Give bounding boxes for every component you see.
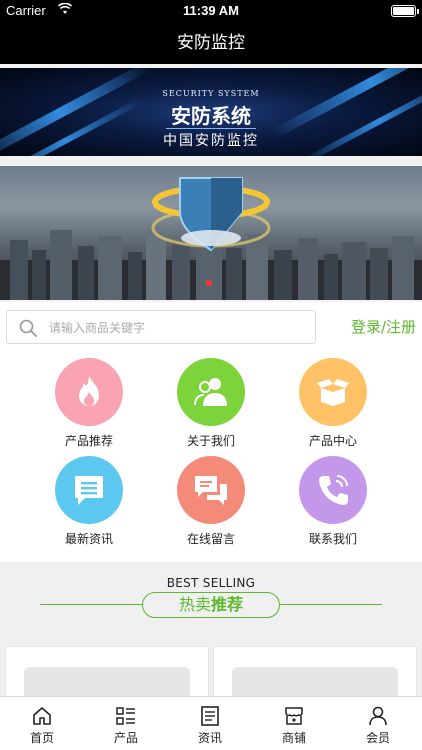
box-icon: [317, 379, 349, 406]
category-grid: 产品推荐 关于我们 产品中心 最新资讯 在线留言 联系我们: [0, 348, 422, 562]
store-icon: [285, 707, 303, 725]
bottom-tab-bar: 首页 产品 资讯 商铺 会员: [0, 696, 422, 750]
best-selling-en-title: BEST SELLING: [166, 576, 256, 590]
tab-store[interactable]: 商铺: [252, 697, 336, 750]
flame-icon: [79, 376, 99, 406]
grid-item-contact-us[interactable]: 联系我们: [283, 446, 383, 546]
tab-member[interactable]: 会员: [336, 697, 420, 750]
best-selling-section: BEST SELLING 热卖推荐: [0, 562, 422, 632]
grid-item-leave-message[interactable]: 在线留言: [161, 446, 261, 546]
login-register-link[interactable]: 登录/注册: [351, 316, 416, 337]
battery-icon: [391, 5, 419, 17]
tab-label: 商铺: [281, 731, 306, 745]
users-icon: [194, 378, 227, 406]
user-icon: [369, 706, 387, 726]
tab-products[interactable]: 产品: [84, 697, 168, 750]
grid-icon-circle: [177, 358, 245, 426]
tab-label: 资讯: [197, 731, 222, 745]
grid-icon-circle: [55, 456, 123, 524]
grid-label: 联系我们: [308, 532, 357, 546]
banner-english-title: SECURITY SYSTEM: [162, 89, 260, 98]
chat-lines-icon: [75, 476, 103, 505]
grid-icon-circle: [177, 456, 245, 524]
tab-label: 会员: [365, 731, 390, 745]
grid-icon-circle: [299, 358, 367, 426]
tab-news[interactable]: 资讯: [168, 697, 252, 750]
recommend-title-part: 推荐: [211, 595, 244, 614]
hot-recommend-title: 热卖推荐: [142, 592, 280, 618]
divider-line: [280, 604, 382, 605]
list-icon: [116, 707, 135, 725]
grid-item-about-us[interactable]: 关于我们: [161, 348, 261, 448]
banner-city-shield[interactable]: [0, 166, 422, 300]
tab-label: 产品: [113, 731, 138, 745]
hot-title-part: 热卖: [178, 595, 211, 614]
grid-icon-circle: [55, 358, 123, 426]
tab-label: 首页: [29, 731, 54, 745]
grid-item-product-center[interactable]: 产品中心: [283, 348, 383, 448]
banner-subtitle: 中国安防监控: [163, 133, 259, 149]
grid-label: 最新资讯: [64, 532, 113, 546]
grid-label: 在线留言: [186, 532, 235, 546]
search-input[interactable]: [49, 317, 309, 339]
search-box[interactable]: [6, 310, 316, 344]
banner-security-system[interactable]: SECURITY SYSTEM 安防系统 中国安防监控: [0, 68, 422, 156]
clock: 11:39 AM: [183, 3, 239, 18]
divider-line: [40, 604, 142, 605]
search-row: 登录/注册: [0, 302, 422, 348]
banner-title: 安防系统: [171, 104, 251, 128]
phone-icon: [319, 475, 348, 505]
news-icon: [201, 706, 219, 726]
page-title: 安防监控: [0, 22, 422, 64]
search-icon: [19, 319, 37, 337]
grid-icon-circle: [299, 456, 367, 524]
grid-item-latest-news[interactable]: 最新资讯: [39, 446, 139, 546]
product-list: [0, 632, 422, 707]
grid-item-product-recommend[interactable]: 产品推荐: [39, 348, 139, 448]
status-bar: Carrier 11:39 AM: [0, 0, 422, 22]
tab-home[interactable]: 首页: [0, 697, 84, 750]
chat-bubbles-icon: [195, 476, 227, 505]
shield-icon: [151, 177, 271, 252]
home-icon: [33, 707, 51, 725]
